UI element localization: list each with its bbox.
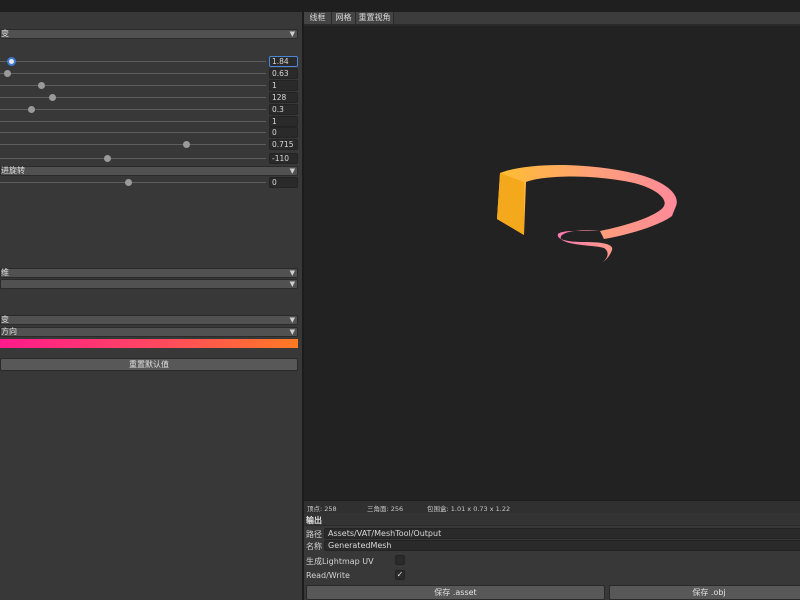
reset-defaults-button[interactable]: 重置默认值 — [0, 358, 298, 371]
slider-track — [0, 144, 266, 145]
chevron-down-icon: ▼ — [289, 167, 295, 175]
slider-thumb[interactable] — [4, 70, 11, 77]
slider-track — [0, 132, 266, 133]
segments-slider[interactable]: 128 — [0, 92, 300, 104]
scale-slider[interactable]: 1.84 — [0, 56, 300, 68]
save-asset-button[interactable]: 保存 .asset — [306, 585, 605, 600]
mesh-stats-bar: 顶点: 258 三角面: 256 包围盒: 1.01 x 0.73 x 1.22 — [304, 500, 800, 513]
slider-value-field[interactable]: -110 — [269, 153, 298, 164]
color-mode-dropdown-value: 变 — [1, 315, 9, 324]
option-dropdown-3-value: 维 — [1, 268, 9, 277]
slider-track — [0, 121, 266, 122]
offset-slider[interactable]: 0 — [0, 127, 300, 139]
viewport-toolbar: 线框 网格 重置视角 — [304, 12, 800, 25]
slider-value-field[interactable]: 0.715 — [269, 139, 298, 150]
slider-value-field[interactable]: 1 — [269, 116, 298, 127]
rotation-offset-slider[interactable]: 0 — [0, 177, 300, 189]
chevron-down-icon: ▼ — [289, 316, 295, 324]
slider-value-field[interactable]: 0.63 — [269, 68, 298, 79]
slider-value-field[interactable]: 1.84 — [269, 56, 298, 67]
slider-thumb[interactable] — [28, 106, 35, 113]
option-dropdown-3[interactable]: 维 ▼ — [0, 268, 298, 278]
rotation-offset-field[interactable]: 0 — [269, 177, 298, 188]
editor-top-bar — [0, 0, 800, 12]
slider-value-field[interactable]: 0.3 — [269, 104, 298, 115]
taper-slider[interactable]: 0.715 — [0, 139, 300, 151]
chevron-down-icon: ▼ — [289, 30, 295, 38]
grid-toggle[interactable]: 网格 — [332, 12, 356, 24]
slider-track — [0, 158, 266, 159]
lightmap-uv-checkbox[interactable] — [395, 555, 405, 565]
slider-thumb[interactable] — [7, 57, 16, 66]
name-label: 名称 — [306, 542, 322, 551]
slider-track — [0, 73, 266, 74]
mesh-preview-viewport[interactable] — [304, 26, 800, 500]
slider-thumb[interactable] — [49, 94, 56, 101]
wireframe-toggle[interactable]: 线框 — [304, 12, 332, 24]
option-dropdown-4[interactable]: ▼ — [0, 279, 298, 289]
mode-dropdown-value: 变 — [1, 29, 9, 38]
slider-value-field[interactable]: 1 — [269, 80, 298, 91]
checkmark-icon: ✓ — [396, 570, 404, 579]
angle-slider[interactable]: -110 — [0, 153, 300, 165]
slider-value-field[interactable]: 0 — [269, 127, 298, 138]
save-obj-button[interactable]: 保存 .obj — [609, 585, 800, 600]
chevron-down-icon: ▼ — [289, 328, 295, 336]
rotation-dropdown[interactable]: 进旋转 ▼ — [0, 166, 298, 176]
path-label: 路径 — [306, 530, 322, 539]
color-gradient-field[interactable] — [0, 339, 298, 348]
color-mode-dropdown[interactable]: 变 ▼ — [0, 315, 298, 325]
slider-thumb[interactable] — [125, 179, 132, 186]
width-slider[interactable]: 0.63 — [0, 68, 300, 80]
path-input[interactable]: Assets/VAT/MeshTool/Output — [324, 528, 800, 539]
name-input[interactable]: GeneratedMesh — [324, 540, 800, 551]
mesh-preview — [497, 164, 677, 263]
chevron-down-icon: ▼ — [289, 269, 295, 277]
slider-track — [0, 61, 266, 62]
mesh-ribbon-front-face — [497, 173, 524, 235]
triangle-count: 三角面: 256 — [367, 505, 404, 513]
read-write-label: Read/Write — [306, 571, 350, 580]
slider-thumb[interactable] — [38, 82, 45, 89]
reset-view-button[interactable]: 重置视角 — [356, 12, 394, 24]
output-panel: 输出 路径 Assets/VAT/MeshTool/Output 名称 Gene… — [304, 513, 800, 600]
bounds-size: 包围盒: 1.01 x 0.73 x 1.22 — [427, 505, 511, 513]
output-header: 输出 — [304, 513, 800, 526]
slider-thumb[interactable] — [104, 155, 111, 162]
read-write-checkbox[interactable]: ✓ — [395, 570, 405, 580]
slider-track — [0, 97, 266, 98]
inspector-panel: 变 ▼ 1.84 0.63 1 128 0.3 1 0 0.715 -110 进旋转 ▼ 0 维… — [0, 12, 302, 600]
thickness-slider[interactable]: 0.3 — [0, 104, 300, 116]
direction-dropdown-value: 方向 — [1, 327, 17, 336]
slider-value-field[interactable]: 128 — [269, 92, 298, 103]
height-slider[interactable]: 1 — [0, 80, 300, 92]
output-title: 输出 — [306, 516, 322, 525]
slider-thumb[interactable] — [183, 141, 190, 148]
rotation-dropdown-value: 进旋转 — [1, 166, 25, 175]
mode-dropdown[interactable]: 变 ▼ — [0, 29, 298, 39]
slider-track — [0, 109, 266, 110]
slider-track — [0, 182, 266, 183]
chevron-down-icon: ▼ — [289, 280, 295, 288]
direction-dropdown[interactable]: 方向 ▼ — [0, 327, 298, 337]
vertex-count: 顶点: 258 — [307, 505, 337, 513]
lightmap-uv-label: 生成Lightmap UV — [306, 557, 374, 566]
